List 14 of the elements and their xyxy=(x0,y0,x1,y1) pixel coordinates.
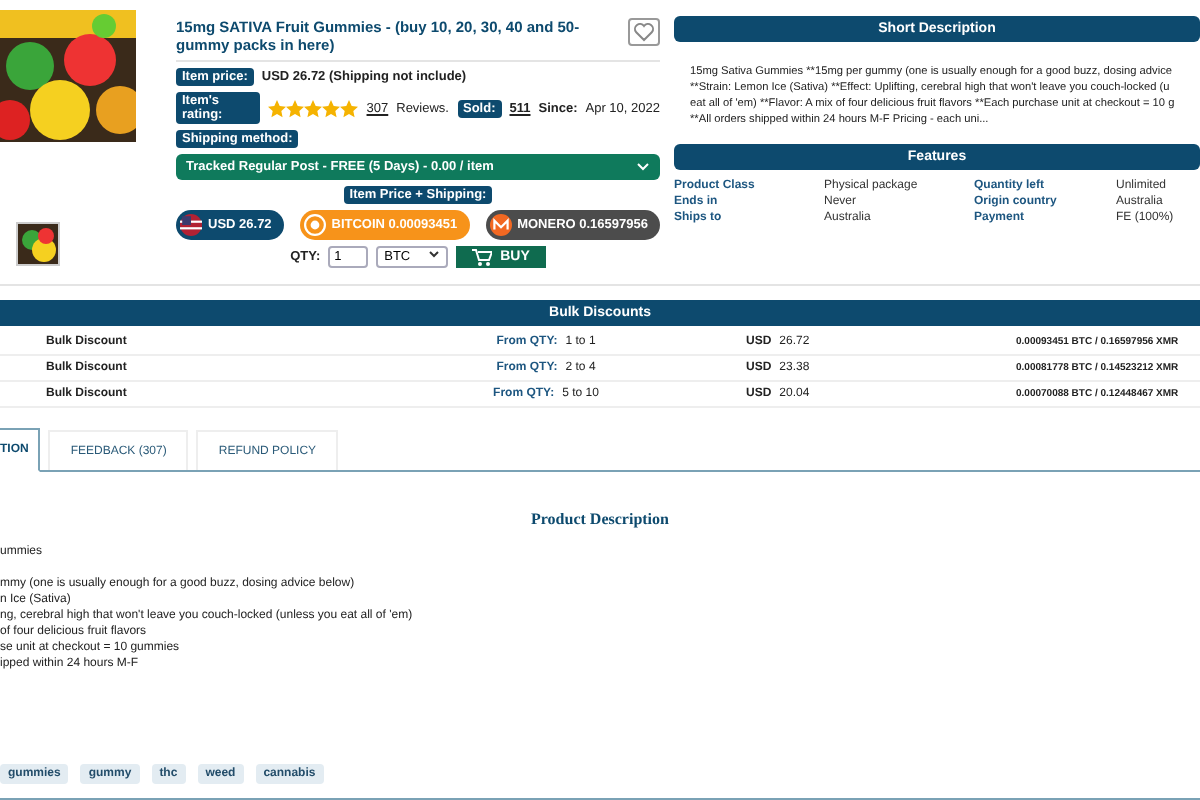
star-icon xyxy=(322,99,341,117)
star-icon xyxy=(286,99,305,117)
chevron-icon xyxy=(428,250,441,260)
star-icon xyxy=(304,99,323,117)
monero-icon xyxy=(489,214,512,236)
chevron-icon xyxy=(636,162,650,172)
star-icon xyxy=(340,99,359,117)
description-title: Product Description xyxy=(529,510,671,528)
star-icon xyxy=(268,99,287,117)
flag-icon xyxy=(180,214,202,236)
cart-icon xyxy=(472,248,493,266)
bitcoin-icon xyxy=(303,214,326,236)
thumbnail-image[interactable] xyxy=(16,222,60,266)
heart-icon[interactable] xyxy=(628,18,660,46)
